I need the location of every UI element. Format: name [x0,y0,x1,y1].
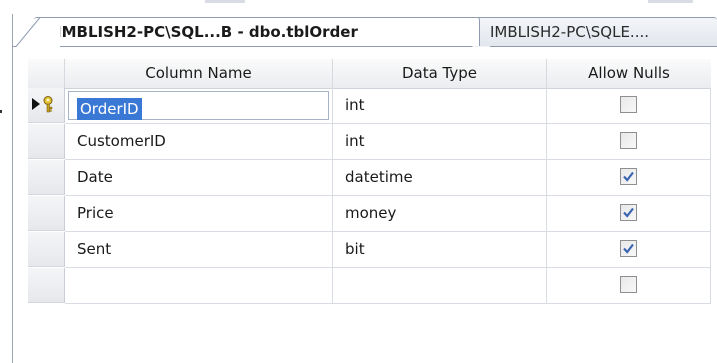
data-type-cell[interactable]: int [333,124,547,160]
window-top-strip [0,0,717,16]
table-row: Date datetime [28,160,711,196]
allow-nulls-checkbox[interactable] [620,168,637,185]
header-corner [28,59,65,88]
data-type-cell[interactable]: datetime [333,160,547,196]
data-type-cell[interactable]: money [333,196,547,232]
tab-other-document[interactable]: IMBLISH2-PC\SQLE.... [476,17,717,46]
header-allow-nulls[interactable]: Allow Nulls [547,59,711,88]
allow-nulls-cell [547,160,711,196]
table-row: OrderID int [28,88,711,124]
header-column-name[interactable]: Column Name [65,59,333,88]
allow-nulls-cell [547,196,711,232]
tab-tblorder-design[interactable]: IMBLISH2-PC\SQL...B - dbo.tblOrder [34,17,480,46]
allow-nulls-checkbox[interactable] [620,132,637,149]
table-designer-grid[interactable]: Column Name Data Type Allow Nulls OrderI… [13,47,717,363]
column-name-cell[interactable]: Price [65,196,333,232]
tab-inactive-label: IMBLISH2-PC\SQLE.... [490,23,650,41]
allow-nulls-cell [547,268,711,304]
column-name-cell[interactable] [65,268,333,304]
allow-nulls-cell [547,232,711,268]
table-row [28,268,711,304]
edge-artifact [0,110,2,113]
table-row: CustomerID int [28,124,711,160]
tab-active-label: IMBLISH2-PC\SQL...B - dbo.tblOrder [56,23,358,41]
column-name-editor[interactable]: OrderID [68,91,329,120]
column-name-cell[interactable]: CustomerID [65,124,333,160]
data-type-cell[interactable]: int [333,88,547,124]
checkmark-icon [623,207,634,218]
table-row: Price money [28,196,711,232]
selected-text[interactable]: OrderID [77,98,142,120]
column-name-cell[interactable]: Sent [65,232,333,268]
tab-active-edge [16,17,60,47]
checkmark-icon [623,171,634,182]
grid-header: Column Name Data Type Allow Nulls [28,59,711,89]
allow-nulls-cell [547,88,711,124]
data-type-cell[interactable]: bit [333,232,547,268]
allow-nulls-checkbox[interactable] [620,204,637,221]
allow-nulls-checkbox[interactable] [620,276,637,293]
column-name-cell[interactable]: Date [65,160,333,196]
allow-nulls-cell [547,124,711,160]
checkmark-icon [623,243,634,254]
allow-nulls-checkbox[interactable] [620,240,637,257]
table-row: Sent bit [28,232,711,268]
column-name-cell[interactable]: OrderID [65,88,333,124]
header-data-type[interactable]: Data Type [333,59,547,88]
allow-nulls-checkbox[interactable] [620,96,637,113]
top-artifact [205,0,245,3]
data-type-cell[interactable] [333,268,547,304]
top-artifact [648,0,693,3]
